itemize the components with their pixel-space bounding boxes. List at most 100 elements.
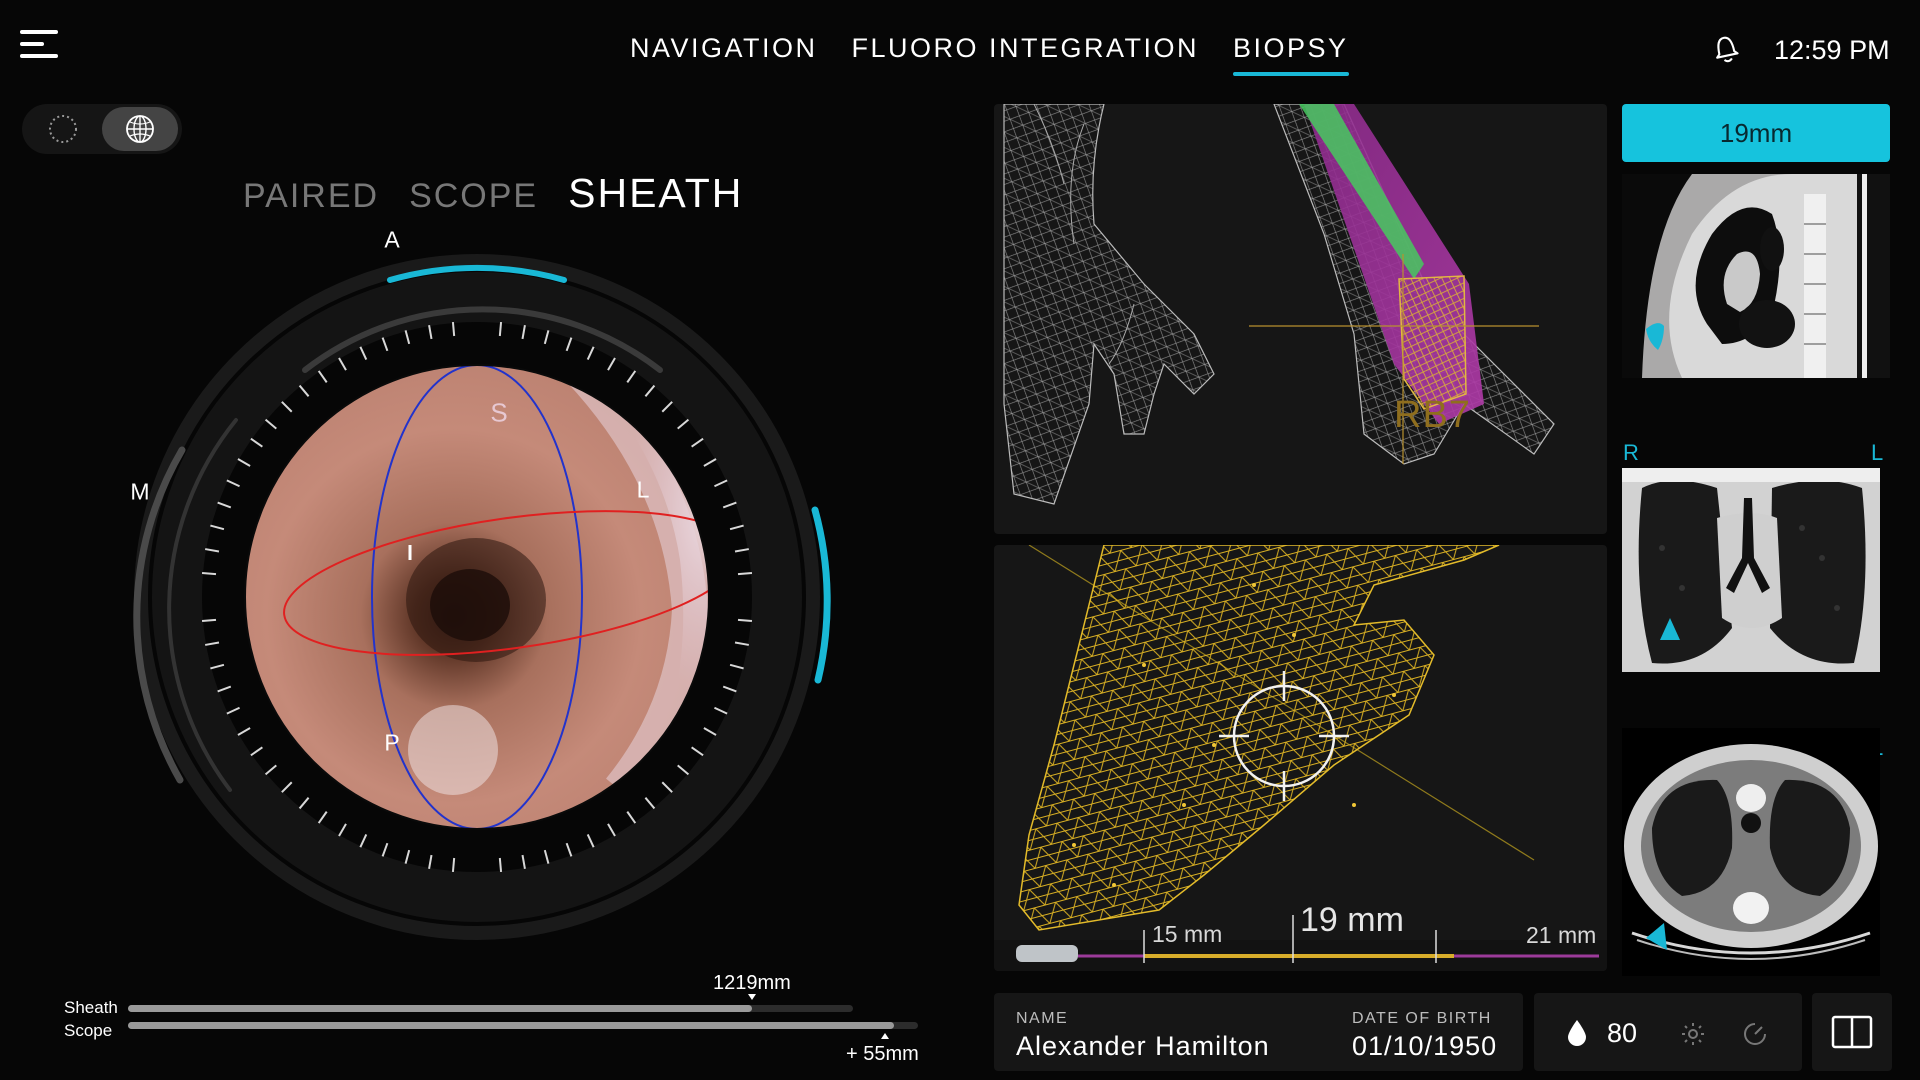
split-view-icon: [1831, 1015, 1873, 1049]
tab-fluoro-integration[interactable]: FLUORO INTEGRATION: [852, 33, 1200, 72]
mode-tab-sheath[interactable]: SHEATH: [568, 170, 743, 217]
dial-tick: [281, 401, 293, 413]
dial-tick: [729, 524, 744, 531]
circle-view-option[interactable]: [25, 107, 101, 151]
dial-tick: [734, 641, 749, 646]
menu-icon[interactable]: [20, 30, 58, 60]
brightness-icon[interactable]: [1681, 1022, 1705, 1046]
dial-tick: [543, 330, 550, 345]
dial-tick: [237, 458, 251, 467]
dial-tick: [521, 854, 526, 869]
dial-tick: [714, 706, 728, 715]
dial-tick: [226, 479, 240, 488]
top-nav: NAVIGATION FLUORO INTEGRATION BIOPSY: [630, 33, 1349, 76]
dial-tick: [722, 501, 737, 509]
view-toggle: [22, 104, 182, 154]
globe-view-option[interactable]: [102, 107, 178, 151]
ct-coronal-view[interactable]: [1622, 468, 1880, 672]
dial-tick: [404, 849, 411, 864]
dial-tick: [691, 437, 704, 448]
dial-tick: [737, 618, 753, 623]
dial-tick: [381, 842, 389, 857]
dial-tick: [737, 571, 753, 576]
globe-view-icon: [126, 115, 154, 143]
dial-tick: [661, 401, 673, 413]
dial-tick: [677, 764, 690, 776]
dial-tick: [298, 384, 310, 397]
dial-tick: [703, 458, 717, 467]
dial-tick: [317, 811, 328, 824]
mode-tabs: PAIRED SCOPE SHEATH: [243, 170, 743, 217]
overlay-label-superior: S: [490, 397, 508, 428]
dial-tick: [217, 685, 232, 693]
status-card: 80: [1534, 993, 1802, 1071]
sheath-depth-fill: [128, 1005, 752, 1012]
mode-tab-scope[interactable]: SCOPE: [409, 177, 538, 216]
dial-tick: [565, 337, 573, 352]
dial-tick: [451, 857, 456, 873]
ruler-label-max: 21 mm: [1526, 922, 1597, 948]
dial-tick: [691, 746, 704, 757]
dial-tick: [317, 370, 328, 383]
dial-tick: [607, 357, 616, 371]
distance-to-target-badge[interactable]: 19mm: [1622, 104, 1890, 162]
dial-tick: [250, 437, 263, 448]
scope-marker-icon: [881, 1033, 889, 1039]
dial-tick: [703, 727, 717, 736]
dial-tick: [607, 823, 616, 837]
dial-tick: [543, 849, 550, 864]
sheath-depth-bar: [128, 1005, 853, 1012]
ct-axial-view[interactable]: [1622, 728, 1880, 976]
dial-tick: [428, 854, 433, 869]
patient-name: Alexander Hamilton: [1016, 1031, 1270, 1061]
circle-view-icon: [49, 115, 77, 143]
water-drop-icon: [1568, 1020, 1586, 1046]
patient-info-card: NAME Alexander Hamilton DATE OF BIRTH 01…: [994, 993, 1523, 1071]
dial-tick: [264, 764, 277, 776]
ct-coronal-right-label: L: [1871, 440, 1884, 465]
layout-toggle-button[interactable]: [1812, 993, 1892, 1071]
dial-tick: [714, 479, 728, 488]
dial-tick: [565, 842, 573, 857]
dial-label-anterior: A: [384, 226, 400, 253]
dial-tick: [205, 641, 220, 646]
dial-tick: [521, 325, 526, 340]
scope-depth-bar: [128, 1022, 918, 1029]
dial-tick: [734, 548, 749, 553]
dial-tick: [210, 524, 225, 531]
ruler-label-min: 15 mm: [1152, 921, 1223, 947]
airway-segment-label: RB7: [1394, 394, 1471, 436]
patient-dob: 01/10/1950: [1352, 1031, 1498, 1061]
dial-tick: [250, 746, 263, 757]
ct-sagittal-view[interactable]: [1622, 174, 1890, 378]
tab-navigation[interactable]: NAVIGATION: [630, 33, 818, 72]
dial-tick: [226, 706, 240, 715]
fluid-value: 80: [1607, 1018, 1638, 1048]
airway-3d-view[interactable]: RB7: [994, 104, 1607, 534]
mode-tab-paired[interactable]: PAIRED: [243, 177, 379, 216]
clock: 12:59 PM: [1774, 35, 1890, 65]
dial-tick: [644, 797, 656, 810]
notification-bell-icon[interactable]: [1707, 30, 1745, 68]
dial-tick: [338, 823, 347, 837]
dial-tick: [205, 548, 220, 553]
dial-tick: [281, 781, 293, 793]
target-lesion-view[interactable]: 15 mm 19 mm 21 mm: [994, 545, 1607, 971]
dial-tick: [498, 321, 503, 337]
dial-tick: [586, 346, 595, 360]
dial-tick: [298, 797, 310, 810]
dial-tick: [201, 618, 217, 623]
ct-coronal-left-label: R: [1623, 440, 1639, 465]
tab-biopsy[interactable]: BIOPSY: [1233, 33, 1349, 76]
dial-tick: [264, 418, 277, 430]
depth-marker-icon: [748, 994, 756, 1000]
dial-tick: [201, 571, 217, 576]
dial-tick: [661, 781, 673, 793]
dial-tick: [237, 727, 251, 736]
dial-tick: [722, 685, 737, 693]
ruler-label-current: 19 mm: [1300, 901, 1404, 939]
timer-gauge-icon[interactable]: [1742, 1021, 1768, 1047]
dial-tick: [498, 857, 503, 873]
dial-tick: [359, 346, 368, 360]
dial-tick: [359, 834, 368, 848]
